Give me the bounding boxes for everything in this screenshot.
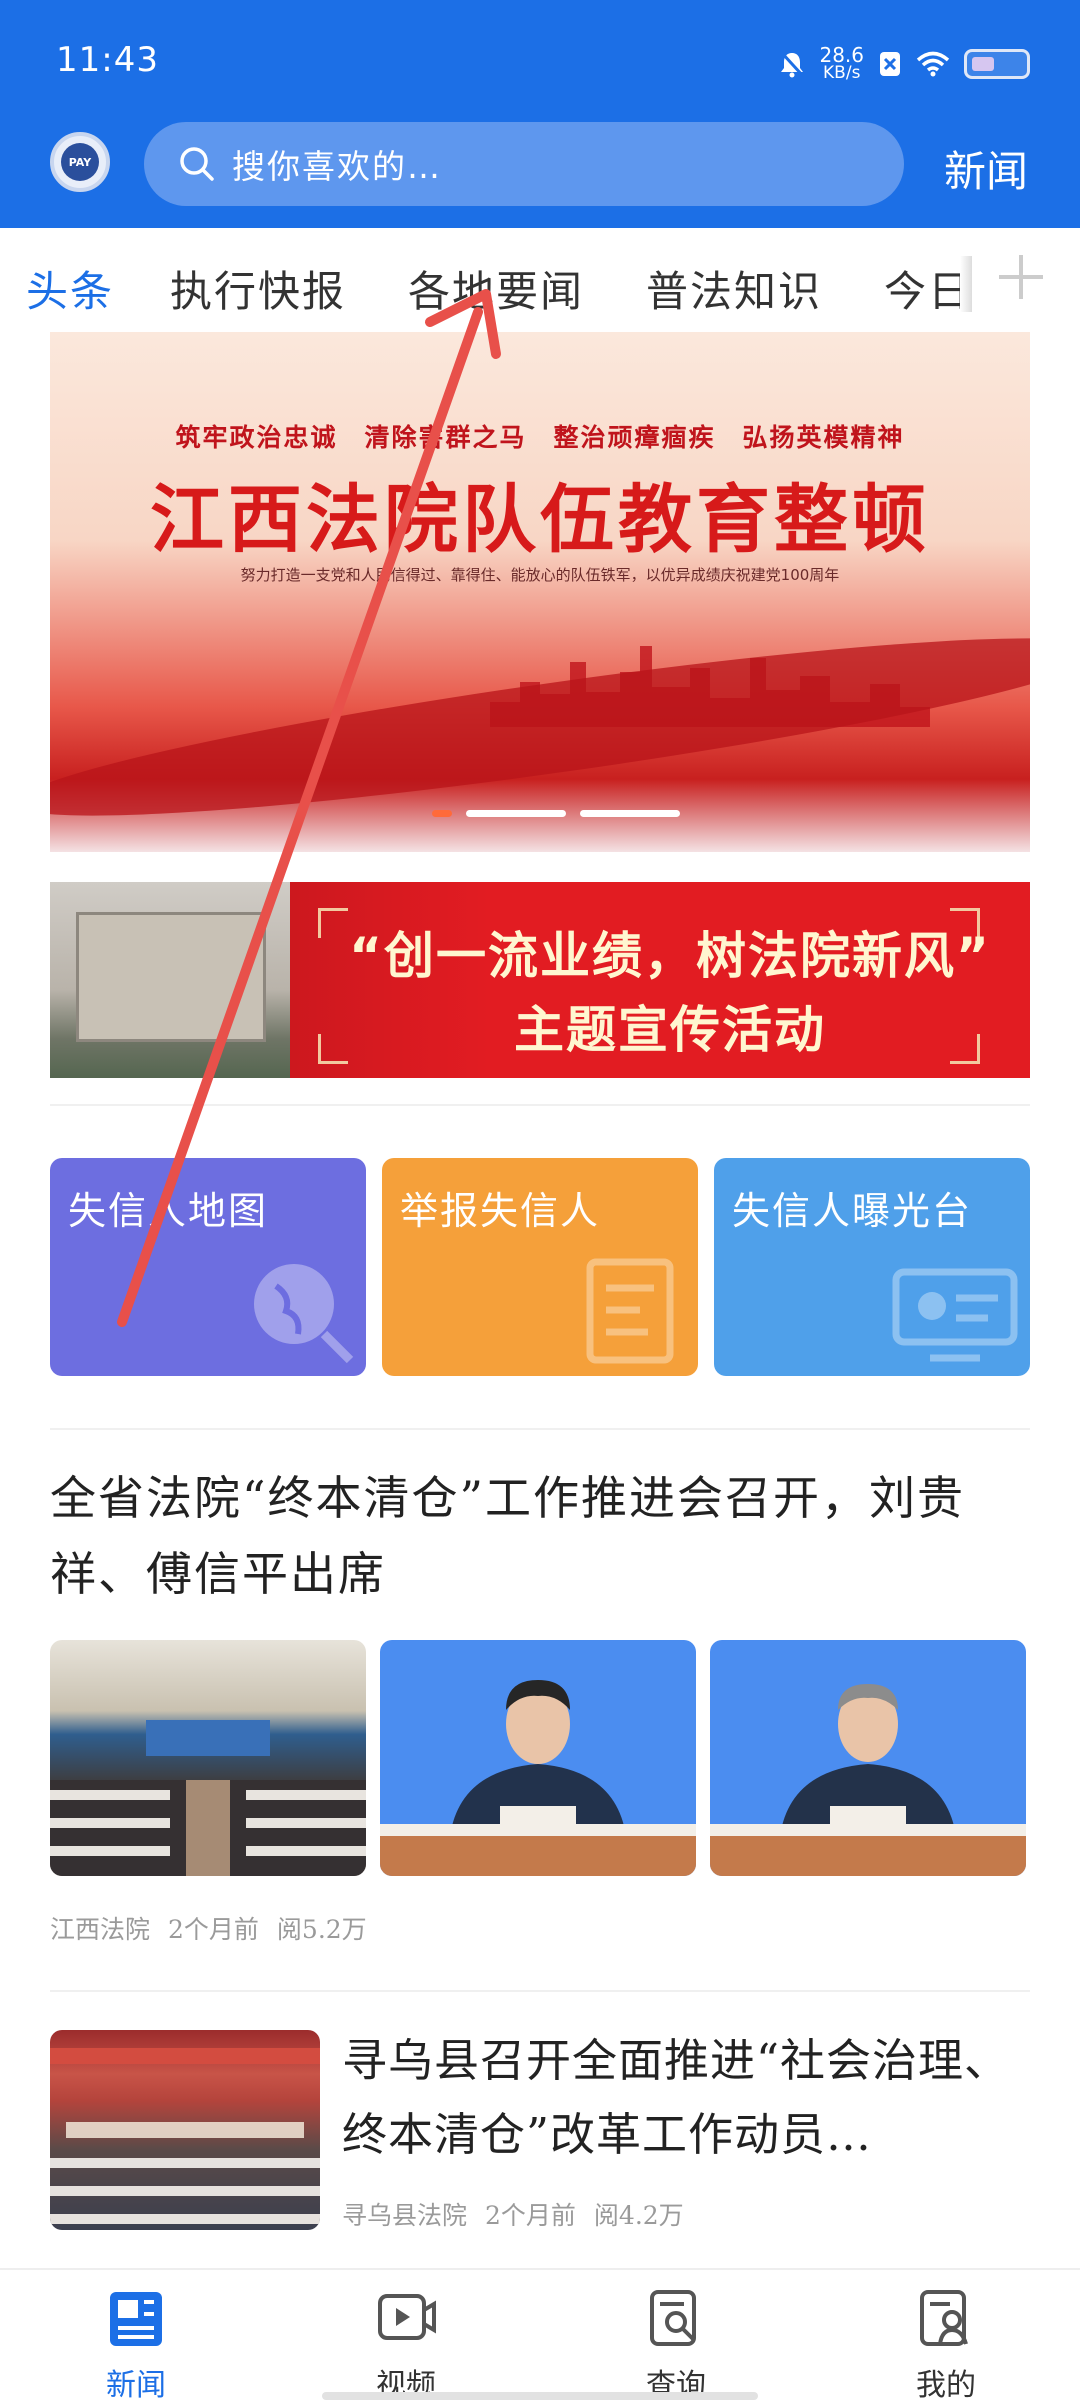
campaign-line1: “创一流业绩，树法院新风” — [349, 927, 991, 985]
status-time: 11:43 — [56, 40, 159, 80]
battery-icon — [964, 49, 1030, 79]
search-icon — [180, 147, 214, 181]
app-screen: 11:43 28.6 KB/s PAY 搜你喜欢的… 新闻 头条 执行快报 各地… — [0, 0, 1080, 2408]
court-building — [76, 912, 266, 1042]
conference-photo — [50, 2048, 320, 2224]
court-building-photo — [50, 882, 290, 1078]
news-icon — [110, 2292, 162, 2346]
meeting-hall-photo — [50, 1720, 366, 1876]
carousel-dot-active[interactable] — [432, 810, 452, 817]
news-time: 2个月前 — [168, 1915, 259, 1944]
nav-video[interactable]: 视频 — [336, 2288, 476, 2404]
news-thumbnail[interactable] — [50, 1640, 366, 1876]
tab-law-knowledge[interactable]: 普法知识 — [646, 258, 822, 319]
news-meta: 寻乌县法院 2个月前 阅4.2万 — [342, 2196, 684, 2232]
news-thumbnail[interactable] — [710, 1640, 1026, 1876]
report-document-icon — [586, 1258, 674, 1364]
carousel-dot[interactable] — [466, 810, 566, 817]
news-reads: 阅4.2万 — [593, 2201, 684, 2230]
search-bar[interactable]: 搜你喜欢的… — [144, 122, 904, 206]
bottom-nav: 新闻 视频 查询 我的 — [0, 2268, 1080, 2408]
banner-carousel[interactable]: 筑牢政治忠诚 清除害群之马 整治顽瘴痼疾 弘扬英模精神 江西法院队伍教育整顿 努… — [50, 332, 1030, 852]
category-tabs: 头条 执行快报 各地要闻 普法知识 今日 — [0, 228, 1080, 340]
campaign-banner[interactable]: “创一流业绩，树法院新风” 主题宣传活动 — [50, 882, 1030, 1078]
court-logo: PAY — [50, 132, 110, 192]
section-divider — [50, 1990, 1030, 1992]
carousel-dot[interactable] — [580, 810, 680, 817]
feature-card-report[interactable]: 举报失信人 — [382, 1158, 698, 1376]
news-reads: 阅5.2万 — [276, 1915, 367, 1944]
feature-card-exposure[interactable]: 失信人曝光台 — [714, 1158, 1030, 1376]
feature-card-credit-map[interactable]: 失信人地图 — [50, 1158, 366, 1376]
app-header: 11:43 28.6 KB/s PAY 搜你喜欢的… 新闻 — [0, 0, 1080, 228]
search-placeholder: 搜你喜欢的… — [232, 147, 442, 186]
news-thumbnail[interactable] — [50, 2030, 320, 2230]
home-indicator[interactable] — [322, 2392, 758, 2400]
nav-query[interactable]: 查询 — [606, 2288, 746, 2404]
banner-subtitle: 努力打造一支党和人民信得过、靠得住、能放心的队伍铁军，以优异成绩庆祝建党100周… — [240, 566, 840, 584]
map-globe-icon — [254, 1264, 354, 1364]
speaker-photo — [710, 1684, 1026, 1876]
section-divider — [50, 1428, 1030, 1430]
net-speed-unit: KB/s — [823, 63, 861, 83]
news-thumbnail[interactable] — [380, 1640, 696, 1876]
news-source: 寻乌县法院 — [342, 2201, 468, 2230]
feature-card-label: 举报失信人 — [400, 1189, 601, 1233]
banner-slogan: 筑牢政治忠诚 清除害群之马 整治顽瘴痼疾 弘扬英模精神 — [175, 423, 905, 452]
status-icons: 28.6 KB/s — [779, 38, 1030, 90]
video-icon — [378, 2294, 436, 2340]
tab-fade — [960, 256, 972, 312]
tab-today[interactable]: 今日 — [884, 258, 964, 319]
profile-icon — [920, 2290, 968, 2346]
nav-label: 新闻 — [106, 2368, 166, 2403]
news-title[interactable]: 全省法院“终本清仓”工作推进会召开，刘贵祥、傅信平出席 — [50, 1460, 1030, 1612]
nav-profile[interactable]: 我的 — [876, 2288, 1016, 2404]
news-time: 2个月前 — [485, 2201, 576, 2230]
query-icon — [650, 2290, 696, 2346]
feature-card-label: 失信人曝光台 — [732, 1189, 973, 1233]
news-title[interactable]: 寻乌县召开全面推进“社会治理、终本清仓”改革工作动员… — [342, 2024, 1032, 2172]
banner-title: 江西法院队伍教育整顿 — [150, 477, 930, 563]
plus-icon — [999, 255, 1043, 299]
net-speed-value: 28.6 — [819, 43, 864, 67]
sim-off-icon — [880, 52, 900, 76]
bell-muted-icon — [781, 51, 805, 78]
news-source: 江西法院 — [50, 1915, 151, 1944]
nav-label: 我的 — [916, 2368, 976, 2403]
net-speed: 28.6 KB/s — [819, 43, 864, 83]
feature-card-label: 失信人地图 — [68, 1189, 269, 1233]
tab-local-news[interactable]: 各地要闻 — [408, 258, 584, 319]
header-news-link[interactable]: 新闻 — [944, 138, 1028, 199]
campaign-line2: 主题宣传活动 — [514, 1001, 826, 1059]
news-meta: 江西法院 2个月前 阅5.2万 — [50, 1910, 367, 1946]
carousel-indicator — [432, 810, 680, 817]
nav-news[interactable]: 新闻 — [66, 2288, 206, 2404]
section-divider — [50, 1104, 1030, 1106]
tab-execution-news[interactable]: 执行快报 — [170, 258, 346, 319]
wifi-icon — [916, 51, 950, 77]
add-tab-button[interactable] — [995, 250, 1047, 314]
exposure-screen-icon — [892, 1268, 1018, 1362]
tab-headlines[interactable]: 头条 — [26, 258, 114, 319]
logo-emblem-icon: PAY — [61, 143, 99, 181]
speaker-photo — [380, 1680, 696, 1876]
